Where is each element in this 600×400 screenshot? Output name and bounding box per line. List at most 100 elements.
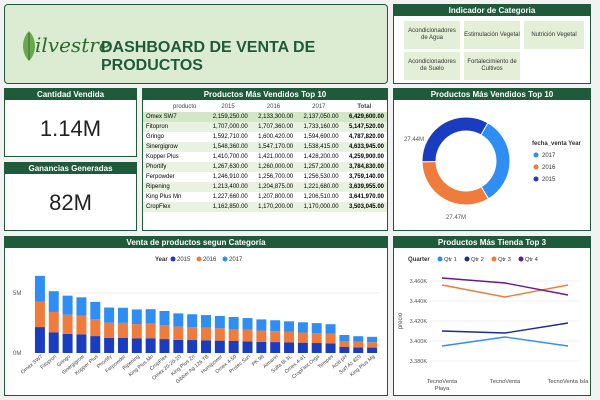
bar-segment-2016: [353, 341, 364, 348]
bar-chart-card: Venta de productos segun Categoría Year 2…: [4, 236, 388, 396]
value-cell: 1,204,875.00: [250, 182, 297, 192]
table-row[interactable]: Fitopron 1,707,000.00 1,707,360.00 1,733,16…: [143, 122, 387, 132]
bar-segment-2016: [34, 301, 45, 328]
legend-label-2016: 2016: [203, 257, 217, 263]
kpi-profit-card: Ganancias Generadas 82M: [4, 162, 137, 231]
bar-segment-2015: [34, 327, 45, 353]
value-cell: 1,592,710.00: [212, 134, 248, 140]
line-chart: Quarter Qtr 1 Qtr 2 Qtr 3 Qtr 4 3.460K 3.440K 3…: [398, 256, 589, 392]
table-row[interactable]: Gringo 1,592,710.00 1,600,420.00 1,594,690.…: [143, 132, 387, 142]
value-cell: 1,162,850.00: [205, 202, 251, 212]
bar-segment-2016: [256, 330, 267, 342]
bar-segment-2015: [270, 342, 281, 353]
bar-segment-2016: [104, 322, 115, 338]
bar-segment-2016: [159, 325, 170, 340]
legend-label-Qtr-1: Qtr 1: [444, 257, 457, 263]
donut-slice-2017: [480, 122, 511, 200]
bar-segment-2017: [62, 295, 73, 315]
bar-segment-2016: [214, 328, 225, 341]
table-row[interactable]: Sinergigrow 1,548,360.00 1,547,170.00 1,538…: [143, 142, 387, 152]
total-cell: 4,787,820.00: [348, 134, 384, 140]
value-cell: 1,538,415.00: [296, 142, 342, 152]
bar-segment-2016: [90, 319, 101, 337]
legend-label-2017: 2017: [229, 257, 243, 263]
legend-label-2015: 2015: [177, 257, 191, 263]
category-button-acond-suelo[interactable]: Acondicionadores de Suelo: [404, 52, 460, 80]
series-line-Qtr-1: [441, 336, 569, 347]
table-row[interactable]: CropFlex 1,162,850.00 1,170,200.00 1,170,00…: [143, 202, 387, 212]
value-cell: 1,547,170.00: [250, 142, 297, 152]
legend-marker-Qtr-2: [464, 256, 470, 262]
product-cell: Phortify: [143, 162, 206, 172]
bar-segment-2017: [339, 335, 350, 341]
value-cell: 2,137,050.00: [296, 112, 342, 122]
top10-table: producto 2015 2016 2017 Total Omex SW7 2,…: [143, 102, 387, 212]
table-header-row: producto 2015 2016 2017 Total: [143, 102, 387, 112]
total-cell: 6,429,600.00: [341, 112, 387, 122]
table-row[interactable]: Ferpowder 1,246,910.00 1,256,700.00 1,256,5…: [143, 172, 387, 182]
title-card: ilvestre DASHBOARD DE VENTA DE PRODUCTOS: [4, 4, 388, 84]
legend-marker-Qtr-3: [491, 256, 497, 262]
y-tick-label: 3.380K: [410, 359, 428, 365]
value-cell: 1,206,510.00: [303, 194, 339, 200]
bar-segment-2016: [270, 331, 281, 343]
donut-chart-header: Productos Más Vendidos Top 10: [394, 89, 590, 100]
kpi-quantity-card: Cantidad Vendida 1.14M: [4, 88, 137, 157]
category-button-estimulacion[interactable]: Estimulación Vegetal: [464, 21, 520, 49]
product-cell: Omex SW7: [143, 112, 206, 122]
bar-segment-2017: [284, 321, 295, 332]
value-cell: 1,428,200.00: [303, 154, 339, 160]
bar-segment-2017: [256, 319, 267, 331]
table-row[interactable]: Ripening 1,213,400.00 1,204,875.00 1,221,68…: [143, 182, 387, 192]
category-button-acond-agua[interactable]: Acondicionadores de Agua: [404, 21, 460, 49]
value-cell: 1,594,690.00: [303, 134, 339, 140]
kpi-profit-value: 82M: [49, 190, 92, 215]
bar-segment-2017: [48, 291, 59, 312]
total-cell: 5,147,520.00: [341, 122, 387, 132]
bar-segment-2016: [145, 323, 156, 339]
table-row[interactable]: Phortify 1,267,630.00 1,260,000.00 1,257,20…: [143, 162, 387, 172]
bar-segment-2017: [159, 311, 170, 326]
bar-segment-2015: [48, 332, 59, 353]
table-row[interactable]: Kopper Plus 1,410,700.00 1,421,000.00 1,428…: [143, 152, 387, 162]
donut-data-label: 27.47M: [446, 215, 466, 221]
line-chart-header: Productos Más Tienda Top 3: [394, 237, 590, 248]
category-button-fortalecimiento[interactable]: Fortalecimiento de Cultivos: [464, 52, 520, 80]
bar-legend-title: Year: [155, 257, 168, 263]
y-axis-label: precio: [398, 312, 404, 329]
donut-chart-card: Productos Más Vendidos Top 10 27.44M 27.4…: [393, 88, 591, 231]
y-tick-label: 3.460K: [410, 279, 428, 285]
column-header[interactable]: Total: [342, 102, 387, 112]
value-cell: 1,707,360.00: [250, 122, 297, 132]
bar-segment-2015: [339, 347, 350, 353]
product-cell: Kopper Plus: [146, 154, 179, 160]
bar-segment-2016: [187, 327, 198, 341]
category-indicator-header: Indicador de Categoria: [394, 5, 590, 16]
series-line-Qtr-4: [441, 277, 569, 296]
total-cell: 4,633,945.00: [341, 142, 387, 152]
value-cell: 2,133,300.00: [250, 112, 297, 122]
product-cell: Fitopron: [143, 122, 206, 132]
column-header[interactable]: 2015: [205, 102, 250, 112]
line-chart-card: Productos Más Tienda Top 3 Quarter Qtr 1 Q…: [393, 236, 591, 396]
bar-segment-2017: [145, 309, 156, 324]
legend-marker-2016: [533, 164, 539, 170]
value-cell: 1,213,400.00: [205, 182, 251, 192]
column-header[interactable]: producto: [143, 102, 205, 112]
table-row[interactable]: King Plus Mn 1,227,660.00 1,207,800.00 1,20…: [143, 192, 387, 202]
column-header[interactable]: 2017: [296, 102, 341, 112]
bar-segment-2017: [173, 313, 184, 327]
bar-segment-2015: [117, 338, 128, 353]
bar-segment-2016: [325, 333, 336, 344]
line-legend-title: Quarter: [408, 257, 430, 263]
product-cell: Sinergigrow: [143, 142, 206, 152]
column-header[interactable]: 2016: [251, 102, 296, 112]
value-cell: 1,256,700.00: [258, 174, 294, 180]
category-button-nutricion[interactable]: Nutrición Vegetal: [524, 21, 584, 49]
bar-segment-2015: [173, 339, 184, 353]
legend-label-Qtr-2: Qtr 2: [471, 257, 484, 263]
bar-segment-2016: [76, 315, 87, 335]
bar-segment-2015: [297, 342, 308, 353]
value-cell: 1,170,000.00: [296, 202, 342, 212]
table-row[interactable]: Omex SW7 2,159,250.00 2,133,300.00 2,137,05…: [143, 112, 387, 122]
